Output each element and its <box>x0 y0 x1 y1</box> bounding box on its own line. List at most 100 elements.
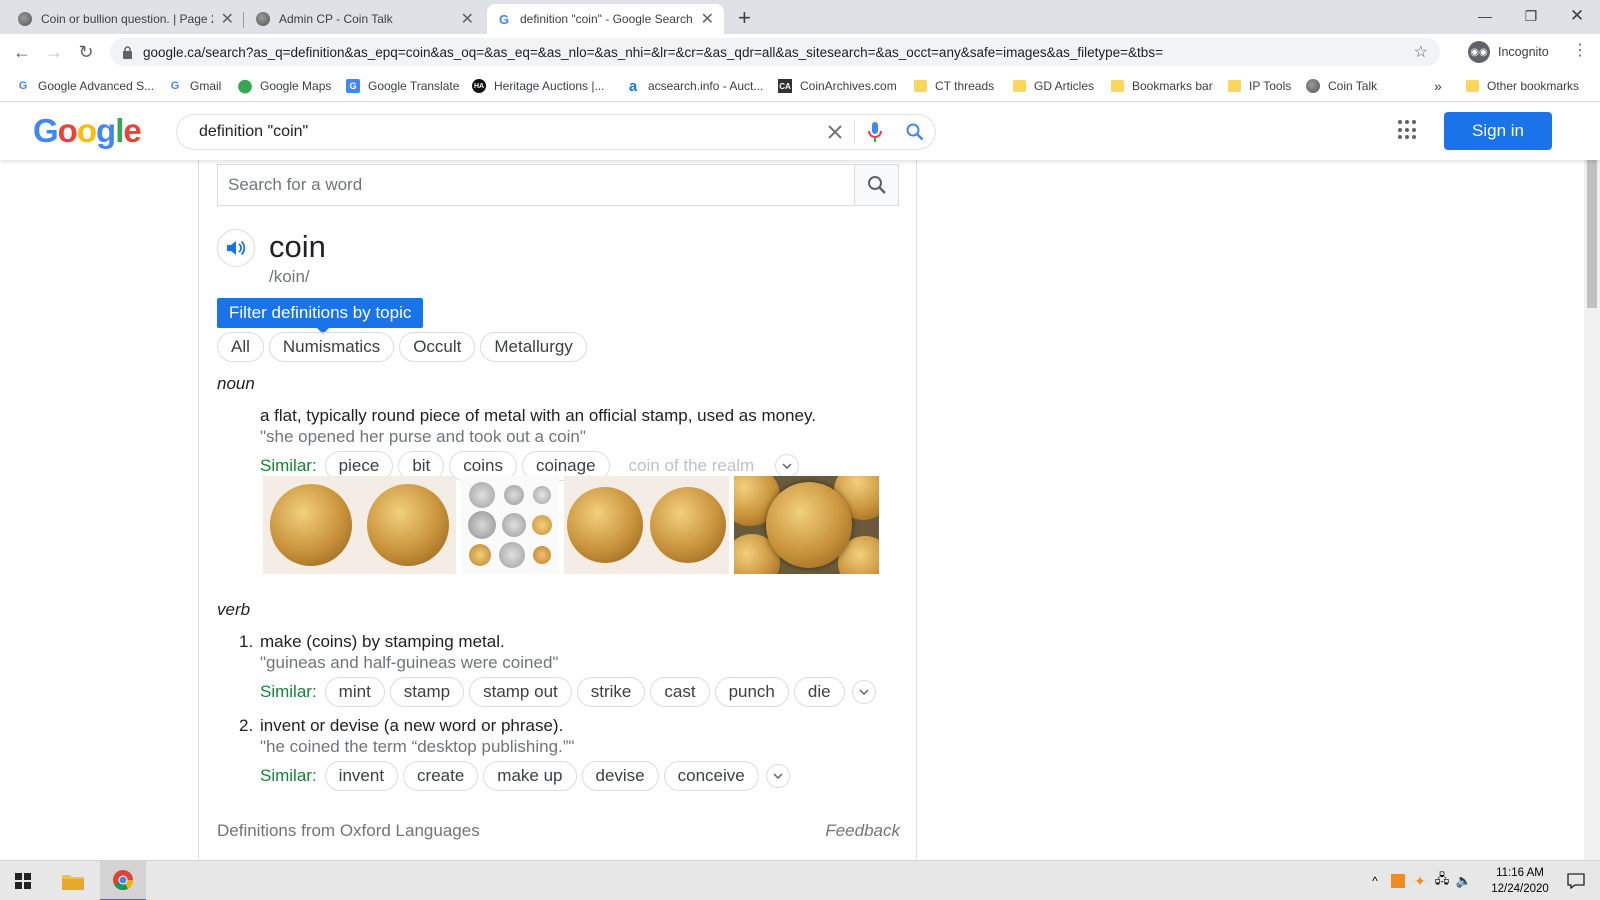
euro-coin-pile-image[interactable] <box>734 476 879 574</box>
chevron-down-icon[interactable] <box>775 454 800 478</box>
similar-chip[interactable]: stamp <box>389 677 465 707</box>
google-header: Google definition "coin" Sign in <box>0 102 1600 160</box>
overflow-label: » <box>1434 78 1442 94</box>
pronunciation-speaker-button[interactable] <box>217 229 255 267</box>
verb-2-similar-row: Similar: invent create make up devise co… <box>260 761 790 791</box>
coin-talk-favicon-icon <box>256 12 270 26</box>
bookmark-google-maps[interactable]: ⬤ Google Maps <box>237 76 332 96</box>
tab-coin-or-bullion[interactable]: Coin or bullion question. | Page 2 ✕ <box>8 4 244 34</box>
topic-chip-all[interactable]: All <box>217 332 264 362</box>
bookmark-folder-ct-threads[interactable]: CT threads <box>914 76 994 96</box>
windows-taskbar: ^ ✦ 🖧 🔈 11:16 AM 12/24/2020 <box>0 860 1600 900</box>
close-window-icon[interactable]: ✕ <box>1554 2 1600 30</box>
feedback-link[interactable]: Feedback <box>825 821 900 841</box>
folder-icon <box>914 80 927 92</box>
google-g-icon: G <box>18 80 28 92</box>
close-tab-icon[interactable]: ✕ <box>221 9 234 29</box>
bookmark-acsearch[interactable]: a acsearch.info - Auct... <box>626 76 764 96</box>
similar-chip[interactable]: die <box>793 677 845 707</box>
similar-chip[interactable]: strike <box>576 677 646 707</box>
system-clock[interactable]: 11:16 AM 12/24/2020 <box>1480 865 1560 897</box>
chevron-down-icon[interactable] <box>851 680 876 704</box>
microphone-icon[interactable] <box>855 122 895 142</box>
definitions-source[interactable]: Definitions from Oxford Languages <box>217 821 480 841</box>
assorted-coins-image[interactable] <box>461 476 559 574</box>
verb-example-2: "he coined the term “desktop publishing.… <box>260 737 575 756</box>
sign-in-button[interactable]: Sign in <box>1444 112 1552 150</box>
topic-chip-occult[interactable]: Occult <box>399 332 476 362</box>
similar-chip[interactable]: conceive <box>663 761 759 791</box>
filter-by-topic-label: Filter definitions by topic <box>217 298 424 334</box>
show-hidden-icons-icon[interactable]: ^ <box>1366 861 1384 900</box>
bookmark-label: GD Articles <box>1034 79 1095 93</box>
back-arrow-icon[interactable]: ← <box>10 40 34 64</box>
ha-icon: HA <box>472 79 486 93</box>
similar-chip[interactable]: invent <box>324 761 399 791</box>
new-tab-icon[interactable]: + <box>738 5 751 31</box>
bookmark-other-bookmarks[interactable]: Other bookmarks <box>1466 76 1579 96</box>
search-icon[interactable] <box>895 123 935 141</box>
tray-fox-icon[interactable]: ✦ <box>1410 861 1430 900</box>
topic-chip-metallurgy[interactable]: Metallurgy <box>480 332 587 362</box>
notification-center-icon[interactable] <box>1560 861 1592 900</box>
similar-chip[interactable]: devise <box>581 761 659 791</box>
incognito-icon: ◉◉ <box>1468 41 1490 63</box>
bookmark-gmail[interactable]: G Gmail <box>168 76 222 96</box>
restore-icon[interactable]: ❐ <box>1508 2 1554 30</box>
close-tab-icon[interactable]: ✕ <box>701 9 714 29</box>
bookmark-folder-ip-tools[interactable]: IP Tools <box>1228 76 1291 96</box>
clear-search-icon[interactable] <box>815 120 855 144</box>
similar-chip[interactable]: make up <box>483 761 577 791</box>
word-search-input[interactable]: Search for a word <box>218 165 854 205</box>
translate-icon: G <box>346 79 360 93</box>
similar-chip[interactable]: punch <box>714 677 789 707</box>
bookmark-star-icon[interactable]: ☆ <box>1414 42 1428 62</box>
network-icon[interactable]: 🖧 <box>1432 861 1452 900</box>
url-text: google.ca/search?as_q=definition&as_epq=… <box>143 44 1163 60</box>
tab-admin-cp[interactable]: Admin CP - Coin Talk ✕ <box>246 4 484 34</box>
address-bar[interactable]: google.ca/search?as_q=definition&as_epq=… <box>110 38 1440 66</box>
similar-chip[interactable]: create <box>403 761 479 791</box>
bookmark-google-translate[interactable]: G Google Translate <box>346 76 459 96</box>
swiss-gold-coins-image[interactable] <box>564 476 729 574</box>
google-apps-icon[interactable] <box>1398 120 1418 140</box>
tab-google-search[interactable]: G definition "coin" - Google Search ✕ <box>487 4 724 34</box>
minimize-icon[interactable]: — <box>1462 2 1508 30</box>
page-scrollbar[interactable] <box>1584 160 1600 860</box>
incognito-indicator[interactable]: ◉◉ Incognito <box>1468 38 1549 66</box>
scrollbar-thumb[interactable] <box>1587 160 1597 308</box>
map-pin-icon: ⬤ <box>237 78 253 93</box>
bookmark-coinarchives[interactable]: CA CoinArchives.com <box>778 76 897 96</box>
gold-coin-image[interactable] <box>263 476 456 574</box>
forward-arrow-icon[interactable]: → <box>42 40 66 64</box>
chrome-taskbar-icon[interactable] <box>100 861 146 900</box>
bookmark-folder-gd-articles[interactable]: GD Articles <box>1013 76 1094 96</box>
similar-chip[interactable]: cast <box>650 677 710 707</box>
tray-app-icon[interactable] <box>1388 861 1408 900</box>
similar-chip[interactable]: mint <box>324 677 385 707</box>
bookmark-folder-bookmarks-bar[interactable]: Bookmarks bar <box>1111 76 1213 96</box>
bookmarks-overflow-icon[interactable]: » <box>1434 76 1442 96</box>
similar-chip[interactable]: stamp out <box>469 677 572 707</box>
windows-start-icon[interactable] <box>0 861 46 900</box>
bookmark-label: Google Maps <box>260 79 332 93</box>
google-logo[interactable]: Google <box>33 112 142 150</box>
bookmark-heritage-auctions[interactable]: HA Heritage Auctions |... <box>472 76 605 96</box>
topic-chip-numismatics[interactable]: Numismatics <box>268 332 395 362</box>
file-explorer-icon[interactable] <box>50 861 96 900</box>
bookmark-google-advanced-search[interactable]: G Google Advanced S... <box>16 76 154 96</box>
clock-time: 11:16 AM <box>1496 867 1544 879</box>
search-query[interactable]: definition "coin" <box>199 123 815 141</box>
google-g-icon: G <box>170 80 180 92</box>
chevron-down-icon[interactable] <box>765 764 790 788</box>
search-box[interactable]: definition "coin" <box>176 114 936 150</box>
bookmark-label: acsearch.info - Auct... <box>648 79 764 93</box>
word-search-button[interactable] <box>854 165 898 205</box>
verb-definition-1: make (coins) by stamping metal. <box>260 632 505 651</box>
close-tab-icon[interactable]: ✕ <box>461 9 474 29</box>
bookmark-coin-talk[interactable]: Coin Talk <box>1306 76 1377 96</box>
reload-icon[interactable]: ↻ <box>74 40 98 64</box>
volume-icon[interactable]: 🔈 <box>1454 861 1474 900</box>
sense-number: 2. <box>239 716 254 735</box>
browser-menu-icon[interactable]: ⋮ <box>1572 40 1588 60</box>
